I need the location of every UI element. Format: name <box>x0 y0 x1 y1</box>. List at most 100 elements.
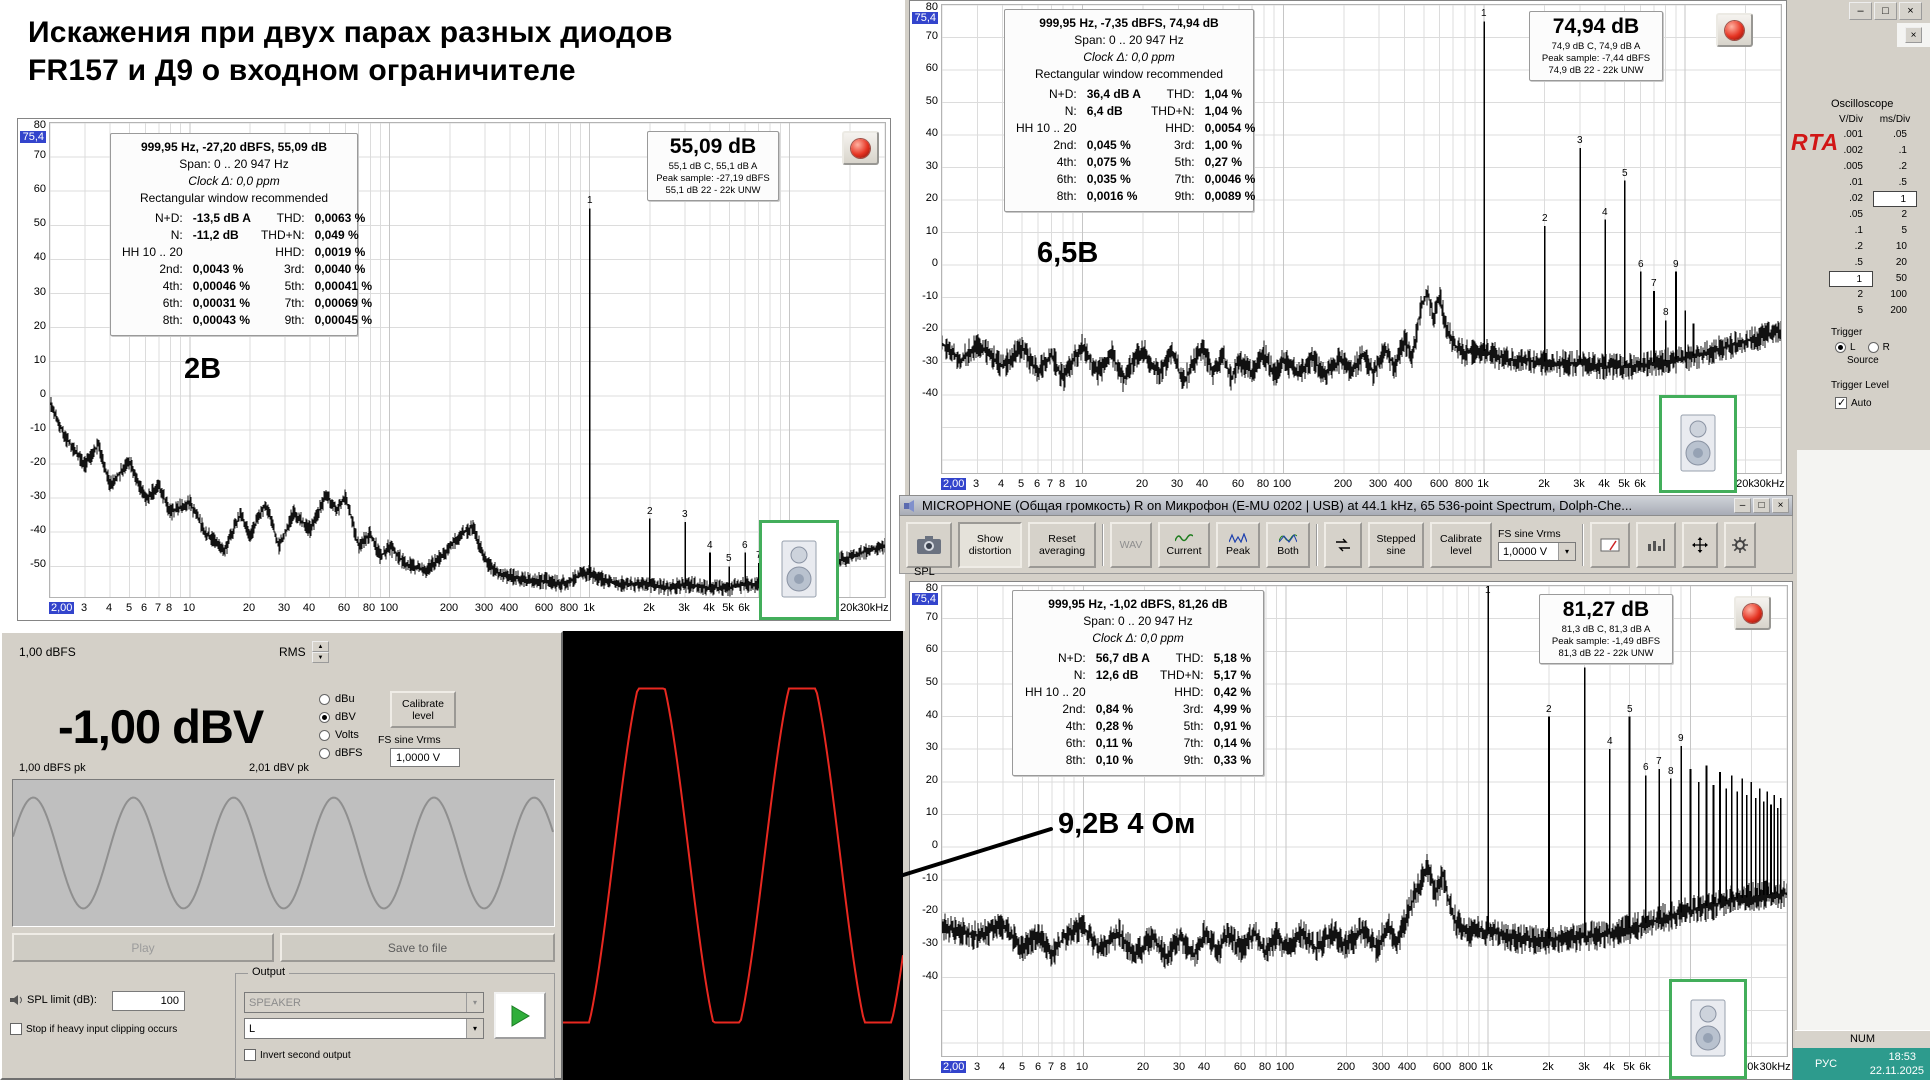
msdiv-option[interactable]: 20 <box>1873 255 1917 271</box>
play-button[interactable]: Play <box>12 933 274 962</box>
fs-sine-combo[interactable]: 1,0000 V▾ <box>1498 542 1576 561</box>
msdiv-list: .05.1.2.5125102050100200 <box>1873 127 1917 319</box>
speaker-icon[interactable] <box>1659 395 1737 493</box>
level-readout: 81,27 dB 81,3 dB C, 81,3 dB A Peak sampl… <box>1539 594 1673 664</box>
trigger-left-radio[interactable] <box>1835 342 1846 353</box>
mic-window-titlebar[interactable]: MICROPHONE (Общая громкость) R on Микроф… <box>899 495 1793 516</box>
distortion-label: 7th: <box>1146 171 1200 188</box>
spin-down-button[interactable]: ▼ <box>312 652 329 663</box>
peak-button[interactable]: Peak <box>1216 522 1260 568</box>
unit-radio-dBV[interactable]: dBV <box>319 711 363 723</box>
maximize-button[interactable]: □ <box>1874 2 1897 20</box>
unit-radio-dBu[interactable]: dBu <box>319 693 363 705</box>
spin-up-button[interactable]: ▲ <box>312 641 329 652</box>
x-axis-tick: 3 <box>974 1061 980 1073</box>
vdiv-option[interactable]: 2 <box>1829 287 1873 303</box>
msdiv-option[interactable]: 100 <box>1873 287 1917 303</box>
msdiv-option[interactable]: .5 <box>1873 175 1917 191</box>
msdiv-option[interactable]: .1 <box>1873 143 1917 159</box>
vdiv-option[interactable]: .005 <box>1829 159 1873 175</box>
speaker-icon[interactable] <box>1669 979 1747 1079</box>
record-button[interactable] <box>842 131 879 165</box>
distortion-label: THD: <box>256 210 310 227</box>
output-start-button[interactable] <box>494 992 546 1039</box>
meter-display-button[interactable] <box>1590 522 1630 568</box>
vdiv-option[interactable]: .002 <box>1829 143 1873 159</box>
vdiv-option[interactable]: 1 <box>1829 271 1873 287</box>
msdiv-option[interactable]: 10 <box>1873 239 1917 255</box>
current-button[interactable]: Current <box>1158 522 1210 568</box>
x-axis-tick: 600 <box>1430 478 1448 490</box>
distortion-label: THD+N: <box>1146 103 1200 120</box>
y-axis-tick: 40 <box>20 251 46 263</box>
close-button[interactable]: × <box>1905 27 1922 43</box>
trigger-right-radio[interactable] <box>1868 342 1879 353</box>
distortion-value: 1,04 % <box>1200 103 1261 120</box>
vdiv-option[interactable]: .01 <box>1829 175 1873 191</box>
distortion-label: 7th: <box>1155 735 1209 752</box>
x-axis-tick: 30kHz <box>1759 1061 1790 1073</box>
distortion-value: 0,0054 % <box>1200 120 1261 137</box>
msdiv-option[interactable]: 200 <box>1873 303 1917 319</box>
show-distortion-button[interactable]: Show distortion <box>958 522 1022 568</box>
unit-radio-Volts[interactable]: Volts <box>319 729 363 741</box>
close-button[interactable]: × <box>1899 2 1922 20</box>
y-axis-tick: 70 <box>20 149 46 161</box>
fs-sine-input[interactable]: 1,0000 V <box>390 748 460 767</box>
vdiv-option[interactable]: .05 <box>1829 207 1873 223</box>
invert-output-checkbox[interactable]: Invert second output <box>244 1049 351 1061</box>
vdiv-option[interactable]: .02 <box>1829 191 1873 207</box>
loop-button[interactable] <box>1324 522 1362 568</box>
record-button[interactable] <box>1716 13 1753 47</box>
reset-averaging-button[interactable]: Reset averaging <box>1028 522 1096 568</box>
div-headers: V/Div ms/Div <box>1829 114 1927 125</box>
level-details: 81,3 dB C, 81,3 dB A Peak sample: -1,49 … <box>1542 624 1670 660</box>
bars-display-button[interactable] <box>1636 522 1676 568</box>
close-button[interactable]: × <box>1772 498 1789 513</box>
both-button[interactable]: Both <box>1266 522 1310 568</box>
output-channel-select[interactable]: L▾ <box>244 1018 484 1039</box>
minimize-button[interactable]: – <box>1849 2 1872 20</box>
vdiv-option[interactable]: 5 <box>1829 303 1873 319</box>
vdiv-option[interactable]: .001 <box>1829 127 1873 143</box>
save-to-file-button[interactable]: Save to file <box>280 933 555 962</box>
x-axis-tick: 2k <box>643 602 655 614</box>
calibrate-level-button[interactable]: Calibrate level <box>1430 522 1492 568</box>
y-axis-tick: -20 <box>912 904 938 916</box>
measurement-header: 999,95 Hz, -1,02 dBFS, 81,26 dB <box>1019 596 1257 613</box>
msdiv-option[interactable]: 2 <box>1873 207 1917 223</box>
x-axis-tick: 2k <box>1542 1061 1554 1073</box>
minimize-button[interactable]: – <box>1734 498 1751 513</box>
pan-button[interactable] <box>1682 522 1718 568</box>
msdiv-option[interactable]: .05 <box>1873 127 1917 143</box>
speaker-icon[interactable] <box>759 520 839 620</box>
both-curves-icon <box>1279 533 1297 543</box>
snapshot-button[interactable] <box>906 522 952 568</box>
msdiv-option[interactable]: 1 <box>1873 191 1917 207</box>
vdiv-option[interactable]: .2 <box>1829 239 1873 255</box>
spl-limit-input[interactable]: 100 <box>112 991 185 1011</box>
stepped-sine-button[interactable]: Stepped sine <box>1368 522 1424 568</box>
maximize-button[interactable]: □ <box>1753 498 1770 513</box>
msdiv-option[interactable]: .2 <box>1873 159 1917 175</box>
x-axis-tick: 4 <box>999 1061 1005 1073</box>
stop-clipping-checkbox[interactable]: Stop if heavy input clipping occurs <box>10 1023 177 1035</box>
unit-radio-dBFS[interactable]: dBFS <box>319 747 363 759</box>
vdiv-option[interactable]: .5 <box>1829 255 1873 271</box>
output-device-select[interactable]: SPEAKER▾ <box>244 992 484 1013</box>
record-button[interactable] <box>1734 596 1771 630</box>
msdiv-option[interactable]: 50 <box>1873 271 1917 287</box>
trigger-auto-checkbox[interactable]: Auto <box>1835 397 1927 409</box>
y-axis-tick: -20 <box>912 322 938 334</box>
x-axis-tick: 300 <box>1372 1061 1390 1073</box>
speaker-glyph <box>1686 998 1730 1060</box>
vdiv-option[interactable]: .1 <box>1829 223 1873 239</box>
language-indicator[interactable]: РУС <box>1815 1058 1837 1070</box>
x-axis-tick: 30kHz <box>857 602 888 614</box>
calibrate-level-button[interactable]: Calibrate level <box>390 691 456 728</box>
msdiv-option[interactable]: 5 <box>1873 223 1917 239</box>
distortion-value: 0,049 % <box>310 227 377 244</box>
wav-button[interactable]: WAV <box>1110 522 1152 568</box>
settings-button[interactable] <box>1724 522 1756 568</box>
distortion-label: 3rd: <box>256 261 310 278</box>
